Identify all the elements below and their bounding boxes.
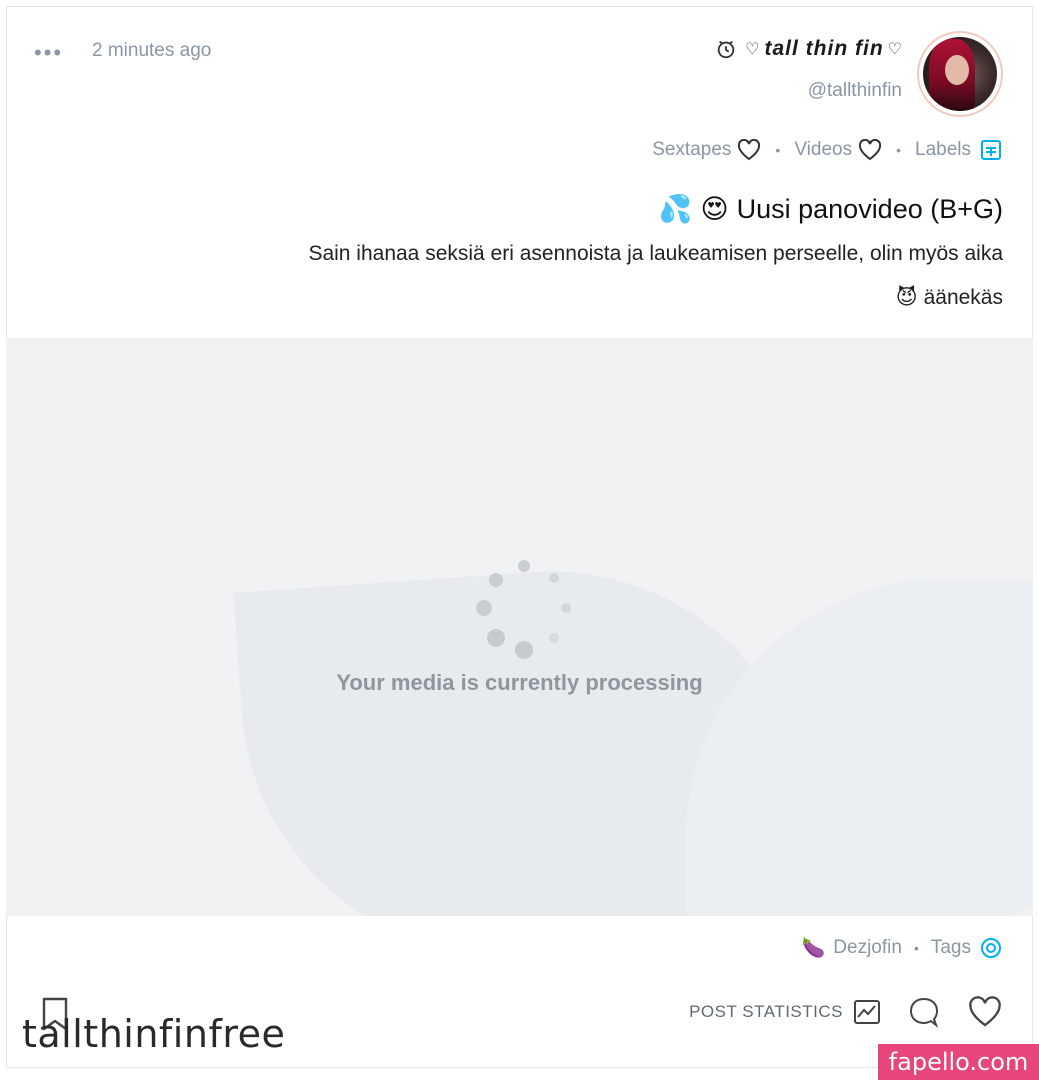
post-title-row: 💦 😍 Uusi panovideo (B+G) xyxy=(659,193,1003,225)
statistics-icon xyxy=(854,1000,880,1024)
post-statistics-button[interactable]: POST STATISTICS xyxy=(689,999,881,1025)
media-placeholder[interactable]: Your media is currently processing xyxy=(6,338,1033,916)
watermark-username: tallthinfinfree xyxy=(22,1012,286,1056)
labels-row: Sextapes • Videos • Labels xyxy=(652,138,1003,162)
post-statistics-label: POST STATISTICS xyxy=(689,1002,843,1021)
user-handle[interactable]: @tallthinfin xyxy=(808,80,902,102)
more-options-icon[interactable]: ••• xyxy=(34,40,63,66)
heart-icon: ♡ xyxy=(887,41,903,58)
separator-dot: • xyxy=(775,142,781,158)
heart-eyes-emoji: 😍 xyxy=(700,193,729,224)
label-chip-sextapes[interactable]: Sextapes xyxy=(652,139,761,161)
sweat-droplets-emoji: 💦 xyxy=(658,194,693,224)
clock-icon xyxy=(715,38,737,60)
tags-heading: Tags xyxy=(930,937,971,958)
separator-dot: • xyxy=(913,940,919,956)
avatar-image xyxy=(923,37,997,111)
post-title: Uusi panovideo (B+G) xyxy=(736,193,1003,224)
avatar[interactable] xyxy=(917,31,1003,117)
post-actions: POST STATISTICS xyxy=(689,995,1003,1029)
loading-spinner xyxy=(476,560,571,659)
tags-row: 🍆 Dezjofin • Tags xyxy=(802,936,1003,960)
devil-emoji: 😈 xyxy=(895,286,918,309)
heart-icon xyxy=(738,139,761,161)
post-time: 2 minutes ago xyxy=(92,40,212,61)
heart-icon: ♡ xyxy=(745,41,761,58)
eggplant-emoji: 🍆 xyxy=(801,938,826,959)
post-body-line1: Sain ihanaa seksiä eri asennoista ja lau… xyxy=(308,242,1003,265)
comment-icon[interactable] xyxy=(907,995,941,1029)
background-leaf-shape xyxy=(686,578,1033,916)
label-icon xyxy=(981,140,1001,160)
label-chip-videos[interactable]: Videos xyxy=(794,139,882,161)
separator-dot: • xyxy=(896,142,901,158)
labels-heading: Labels xyxy=(915,138,1003,162)
heart-icon xyxy=(859,139,882,161)
post-body-line2: äänekäs xyxy=(923,285,1003,309)
display-name-row[interactable]: ♡ tall thin fin ♡ xyxy=(711,37,907,61)
display-name[interactable]: tall thin fin xyxy=(765,37,884,61)
tag-icon xyxy=(981,938,1001,958)
processing-message: Your media is currently processing xyxy=(336,670,703,695)
post-body-line2-row: 😈 äänekäs xyxy=(896,285,1003,310)
watermark-site: fapello.com xyxy=(878,1044,1039,1080)
tag-dezjofin[interactable]: Dezjofin xyxy=(833,937,902,959)
like-icon[interactable] xyxy=(967,996,1003,1028)
